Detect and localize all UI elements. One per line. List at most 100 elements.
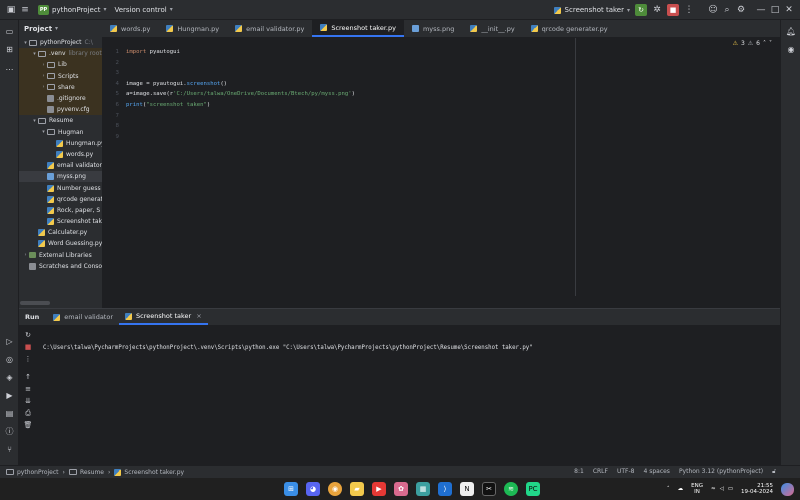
stop-icon[interactable]: ■ [25, 341, 32, 353]
line-separator[interactable]: CRLF [593, 468, 608, 476]
debug-icon[interactable]: ✲ [650, 3, 664, 17]
language-indicator[interactable]: ENG IN [691, 483, 703, 495]
more-tools-icon[interactable]: … [0, 58, 19, 76]
editor-tab[interactable]: email validator.py [227, 20, 312, 37]
tree-item[interactable]: › Lib [19, 59, 102, 71]
caret-position[interactable]: 8:1 [574, 468, 584, 476]
tree-item[interactable]: Scratches and Consoles [19, 261, 102, 272]
problems-icon[interactable]: ⓘ [0, 422, 19, 440]
run-tab[interactable]: Screenshot taker × [119, 309, 208, 325]
search-icon[interactable]: ⌕ [720, 3, 734, 17]
wifi-icon[interactable]: ≈ [711, 486, 716, 492]
project-tool-icon[interactable]: ▭ [0, 22, 19, 40]
run-config-selector[interactable]: Screenshot taker ▾ [565, 6, 630, 14]
lock-icon[interactable]: 🔓︎ [772, 468, 776, 476]
tree-item[interactable]: ▾ .venv library root [19, 48, 102, 60]
database-icon[interactable]: ◉ [781, 40, 800, 58]
windows-start-icon[interactable]: ⊞ [284, 482, 298, 496]
horizontal-scrollbar[interactable] [20, 301, 50, 305]
user-icon[interactable]: ☺ [706, 3, 720, 17]
discord-icon[interactable]: ◕ [306, 482, 320, 496]
battery-icon[interactable]: ▭ [728, 486, 733, 492]
scroll-up-icon[interactable]: ↑ [25, 371, 31, 383]
breadcrumb-item[interactable]: Screenshot taker.py [114, 468, 184, 476]
run-tab[interactable]: email validator [47, 309, 119, 325]
file-explorer-icon[interactable]: ▰ [350, 482, 364, 496]
youtube-icon[interactable]: ▶ [372, 482, 386, 496]
inspection-widget[interactable]: ⚠ 3 ⚠ 6 ˄ ˅ [733, 40, 772, 47]
tree-item[interactable]: Calculater.py [19, 227, 102, 238]
expand-arrow-icon[interactable]: ▾ [31, 118, 38, 124]
volume-icon[interactable]: ◁ [720, 486, 724, 492]
tree-item[interactable]: Hungman.py [19, 138, 102, 149]
expand-arrow-icon[interactable]: › [40, 73, 47, 79]
tree-item[interactable]: › share [19, 81, 102, 93]
editor-tab[interactable]: myss.png [404, 20, 462, 37]
photos-icon[interactable]: ✿ [394, 482, 408, 496]
maximize-icon[interactable]: □ [768, 3, 782, 17]
expand-arrow-icon[interactable]: › [22, 252, 29, 258]
file-encoding[interactable]: UTF-8 [617, 468, 635, 476]
layers-icon[interactable]: ◈ [0, 368, 19, 386]
tree-item[interactable]: Screenshot taker [19, 216, 102, 227]
more-icon[interactable]: ⋮ [682, 3, 696, 17]
expand-arrow-icon[interactable]: ▾ [31, 51, 38, 57]
notifications-icon[interactable]: 🔔︎ [781, 22, 800, 40]
vscode-icon[interactable]: ⟩ [438, 482, 452, 496]
expand-arrow-icon[interactable]: ▾ [22, 40, 29, 46]
project-switcher[interactable]: PP pythonProject ▾ [38, 4, 106, 15]
run-tool-icon[interactable]: ▷ [0, 332, 19, 350]
clock[interactable]: 21:55 19-04-2024 [741, 483, 773, 495]
soft-wrap-icon[interactable]: ≡ [25, 383, 31, 395]
expand-arrow-icon[interactable]: › [40, 84, 47, 90]
code-line[interactable]: image = pyautogui.screenshot() [126, 81, 227, 87]
app-logo-icon[interactable]: ▣ [4, 3, 18, 17]
python-interpreter[interactable]: Python 3.12 (pythonProject) [679, 468, 763, 476]
chrome-icon[interactable]: ◉ [328, 482, 342, 496]
copilot-icon[interactable] [781, 482, 794, 496]
chevron-down-icon[interactable]: ˅ [769, 40, 772, 47]
minimize-icon[interactable]: — [754, 3, 768, 17]
console-output[interactable]: C:\Users\talwa\PycharmProjects\pythonPro… [43, 345, 533, 351]
print-icon[interactable]: ⎙ [25, 407, 31, 419]
stop-button[interactable]: ■ [667, 4, 679, 16]
gear-icon[interactable]: ⚙ [734, 3, 748, 17]
tree-item[interactable]: › Scripts [19, 70, 102, 82]
terminal-icon[interactable]: ▤ [0, 404, 19, 422]
close-icon[interactable]: ✕ [782, 3, 796, 17]
tree-item[interactable]: › External Libraries [19, 250, 102, 261]
python-packages-icon[interactable]: ◎ [0, 350, 19, 368]
pycharm-icon[interactable]: PC [526, 482, 540, 496]
chevron-up-icon[interactable]: ˄ [667, 486, 670, 492]
tree-item[interactable]: ▾ Resume [19, 115, 102, 126]
tree-item[interactable]: email validator [19, 160, 102, 171]
code-line[interactable]: print("screenshot taken") [126, 102, 210, 108]
code-editor[interactable]: 1 2 3 4 5 6 7 8 9 import pyautogui image = pyauto… [102, 38, 780, 296]
editor-tab[interactable]: Hungman.py [158, 20, 227, 37]
breadcrumb-item[interactable]: pythonProject [6, 469, 59, 476]
tree-item[interactable]: .gitignore [19, 92, 102, 105]
main-menu-icon[interactable]: ≡ [18, 3, 32, 17]
git-icon[interactable]: ⑂ [0, 440, 19, 458]
expand-arrow-icon[interactable]: ▾ [40, 129, 47, 135]
tree-item[interactable]: words.py [19, 149, 102, 160]
tree-item[interactable]: Rock, paper, S [19, 205, 102, 216]
chevron-down-icon[interactable]: ▾ [55, 25, 58, 32]
code-line[interactable]: a=image.save(r'C:/Users/talwa/OneDrive/D… [126, 91, 355, 97]
tree-item[interactable]: ▾ pythonProject C:\ [19, 37, 102, 48]
editor-tab[interactable]: words.py [102, 20, 158, 37]
editor-tab[interactable]: __init__.py [462, 20, 522, 37]
version-control-menu[interactable]: Version control ▾ [114, 6, 172, 14]
tree-item[interactable]: qrcode generator [19, 194, 102, 205]
tree-item[interactable]: Word Guessing.py [19, 238, 102, 249]
structure-tool-icon[interactable]: ⊞ [0, 40, 19, 58]
rerun-button[interactable]: ↻ [635, 4, 647, 16]
notion-icon[interactable]: N [460, 482, 474, 496]
tree-item[interactable]: myss.png [19, 171, 102, 183]
store-icon[interactable]: ▦ [416, 482, 430, 496]
breadcrumb-item[interactable]: Resume [68, 469, 104, 476]
code-line[interactable]: import pyautogui [126, 49, 180, 55]
editor-tab[interactable]: qrcode generater.py [523, 20, 616, 37]
editor-tab[interactable]: Screenshot taker.py [312, 20, 404, 37]
trash-icon[interactable]: 🗑︎ [24, 419, 33, 431]
